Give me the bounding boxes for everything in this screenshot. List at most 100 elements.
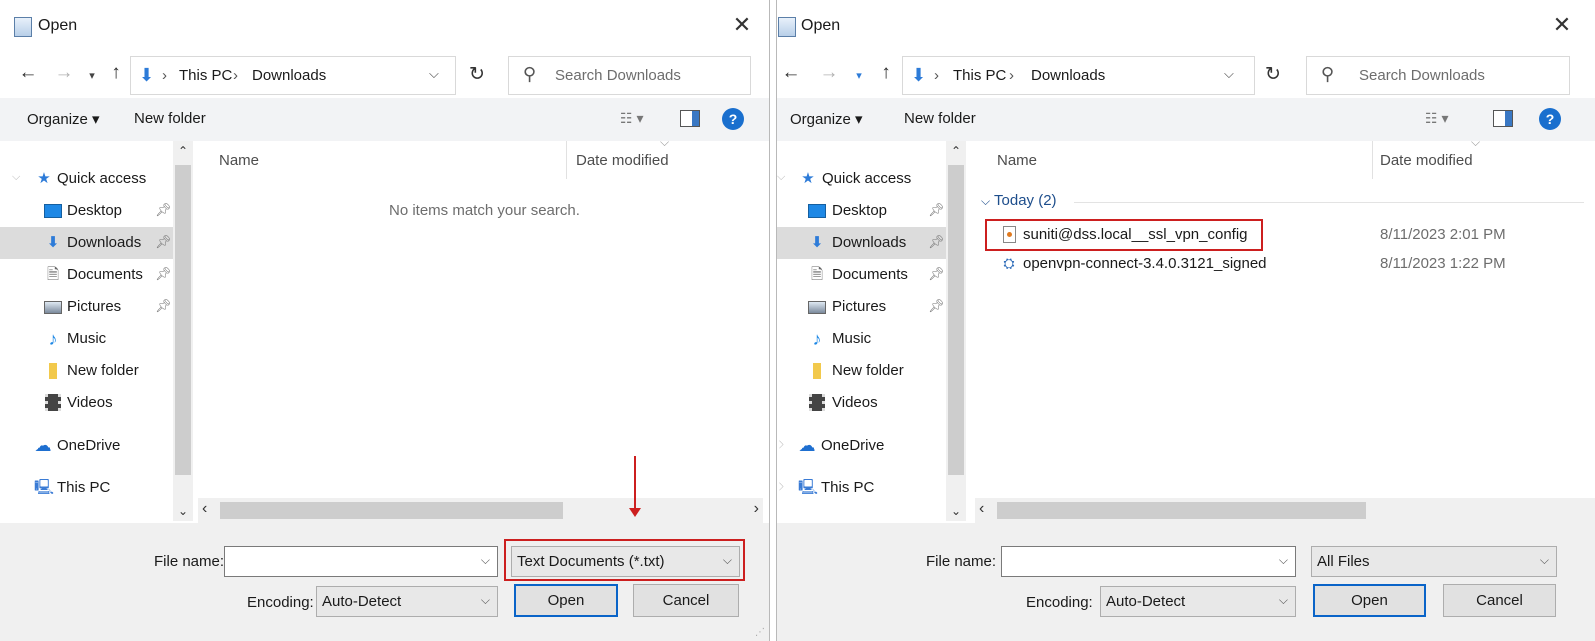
breadcrumb-downloads[interactable]: Downloads <box>1031 67 1105 84</box>
sidebar-item-downloads[interactable]: ⬇ Downloads 📌︎ <box>0 227 173 259</box>
sidebar-item-downloads[interactable]: ⬇ Downloads 📌︎ <box>777 227 946 259</box>
file-name-input[interactable]: ⌵ <box>224 546 498 577</box>
scroll-down-icon[interactable]: ⌄ <box>946 504 966 518</box>
encoding-select[interactable]: Auto-Detect ⌵ <box>1100 586 1296 617</box>
column-header-date-modified[interactable]: Date modified <box>1380 152 1473 169</box>
close-icon[interactable]: ✕ <box>729 12 755 38</box>
sidebar-item-quick-access[interactable]: ⌵ ★ Quick access <box>0 163 173 195</box>
chevron-down-icon[interactable]: ⌵ <box>1540 553 1549 568</box>
refresh-icon[interactable]: ↻ <box>457 56 497 95</box>
preview-pane-icon[interactable] <box>1493 110 1513 127</box>
sidebar-item-desktop[interactable]: Desktop 📌︎ <box>777 195 946 227</box>
sidebar-item-documents[interactable]: 🗎 Documents 📌︎ <box>0 259 173 291</box>
close-icon[interactable]: ✕ <box>1549 12 1575 38</box>
chevron-down-icon[interactable]: ⌵ <box>981 194 990 208</box>
scroll-left-icon[interactable]: ‹ <box>979 500 984 518</box>
new-folder-button[interactable]: New folder <box>134 110 206 127</box>
sidebar-item-music[interactable]: ♪ Music <box>777 323 946 355</box>
chevron-down-icon[interactable]: ⌵ <box>1279 553 1288 568</box>
view-options-icon[interactable]: ☷ ▾ <box>620 110 643 127</box>
organize-button[interactable]: Organize ▾ <box>790 110 863 128</box>
scroll-left-icon[interactable]: ‹ <box>202 500 207 518</box>
column-header-date-modified[interactable]: Date modified <box>576 152 669 169</box>
expand-chevron-icon[interactable]: ⌵ <box>12 171 20 184</box>
sidebar-item-this-pc[interactable]: 🖳︎ This PC <box>0 472 173 504</box>
column-divider[interactable] <box>566 141 567 179</box>
sidebar-item-pictures[interactable]: Pictures 📌︎ <box>777 291 946 323</box>
address-dropdown-icon[interactable]: ⌵ <box>1224 66 1234 82</box>
sidebar-item-quick-access[interactable]: ⌵ ★ Quick access <box>777 163 946 195</box>
view-options-icon[interactable]: ☷ ▾ <box>1425 110 1448 127</box>
sidebar-scrollbar[interactable]: ⌃ ⌄ <box>173 141 193 521</box>
help-icon[interactable]: ? <box>1539 108 1561 130</box>
sidebar-scrollbar[interactable]: ⌃ ⌄ <box>946 141 966 521</box>
scrollbar-thumb[interactable] <box>175 165 191 475</box>
search-box[interactable]: ⚲ Search Downloads <box>508 56 751 95</box>
address-dropdown-icon[interactable]: ⌵ <box>429 66 439 82</box>
sidebar-item-pictures[interactable]: Pictures 📌︎ <box>0 291 173 323</box>
scrollbar-thumb[interactable] <box>997 502 1366 519</box>
address-bar[interactable]: ⬇ › This PC › Downloads ⌵ <box>902 56 1255 95</box>
cancel-button[interactable]: Cancel <box>633 584 739 617</box>
sidebar-item-new-folder[interactable]: New folder <box>0 355 173 387</box>
back-arrow-icon[interactable]: ← <box>16 62 40 84</box>
cloud-icon: ☁ <box>798 436 816 455</box>
sidebar-item-label: New folder <box>67 362 139 379</box>
sidebar-item-videos[interactable]: Videos <box>0 387 173 419</box>
sort-chevron-icon: ⌵ <box>1471 135 1481 149</box>
file-name-input[interactable]: ⌵ <box>1001 546 1296 577</box>
horizontal-scrollbar[interactable]: ‹ › <box>975 498 1595 523</box>
file-list: Name ⌵ Date modified No items match your… <box>194 135 769 498</box>
scrollbar-thumb[interactable] <box>220 502 563 519</box>
cancel-button[interactable]: Cancel <box>1443 584 1556 617</box>
search-box[interactable]: ⚲ Search Downloads <box>1306 56 1570 95</box>
preview-pane-icon[interactable] <box>680 110 700 127</box>
column-header-name[interactable]: Name <box>219 152 259 169</box>
new-folder-button[interactable]: New folder <box>904 110 976 127</box>
column-divider[interactable] <box>1372 141 1373 179</box>
horizontal-scrollbar[interactable]: ‹ › <box>198 498 763 523</box>
breadcrumb-downloads[interactable]: Downloads <box>252 67 326 84</box>
scroll-up-icon[interactable]: ⌃ <box>173 144 193 158</box>
scrollbar-thumb[interactable] <box>948 165 964 475</box>
back-arrow-icon[interactable]: ← <box>779 62 803 84</box>
expand-chevron-icon[interactable]: ⌵ <box>777 440 788 448</box>
file-type-select[interactable]: All Files ⌵ <box>1311 546 1557 577</box>
breadcrumb-this-pc[interactable]: This PC <box>179 67 232 84</box>
resize-grip-icon[interactable]: ⋰ <box>755 627 765 638</box>
help-icon[interactable]: ? <box>722 108 744 130</box>
sidebar-item-documents[interactable]: 🗎 Documents 📌︎ <box>777 259 946 291</box>
sidebar-item-onedrive[interactable]: ☁ OneDrive <box>0 430 173 462</box>
file-row-openvpn-installer[interactable]: ⛭ openvpn-connect-3.4.0.3121_signed 8/11… <box>997 250 1587 278</box>
scroll-down-icon[interactable]: ⌄ <box>173 504 193 518</box>
videos-icon <box>45 394 61 411</box>
refresh-icon[interactable]: ↻ <box>1253 56 1293 95</box>
scroll-up-icon[interactable]: ⌃ <box>946 144 966 158</box>
open-button[interactable]: Open <box>1313 584 1426 617</box>
chevron-down-icon[interactable]: ⌵ <box>1279 593 1288 608</box>
sidebar-item-this-pc[interactable]: ⌵ 🖳︎ This PC <box>777 472 946 504</box>
sidebar-item-new-folder[interactable]: New folder <box>777 355 946 387</box>
sidebar-item-videos[interactable]: Videos <box>777 387 946 419</box>
up-arrow-icon[interactable]: ↑ <box>874 62 898 84</box>
organize-button[interactable]: Organize ▾ <box>27 110 100 128</box>
forward-arrow-icon[interactable]: → <box>52 62 76 84</box>
chevron-down-icon[interactable]: ⌵ <box>481 593 490 608</box>
forward-arrow-icon[interactable]: → <box>817 62 841 84</box>
recent-locations-chevron-icon[interactable]: ▾ <box>80 69 104 82</box>
sidebar-item-onedrive[interactable]: ⌵ ☁ OneDrive <box>777 430 946 462</box>
recent-locations-chevron-icon[interactable]: ▾ <box>847 69 871 82</box>
expand-chevron-icon[interactable]: ⌵ <box>777 171 785 184</box>
sidebar-item-music[interactable]: ♪ Music <box>0 323 173 355</box>
scroll-right-icon[interactable]: › <box>754 500 759 518</box>
breadcrumb-this-pc[interactable]: This PC <box>953 67 1006 84</box>
chevron-down-icon[interactable]: ⌵ <box>481 553 490 568</box>
column-header-name[interactable]: Name <box>997 152 1037 169</box>
sidebar-item-desktop[interactable]: Desktop 📌︎ <box>0 195 173 227</box>
up-arrow-icon[interactable]: ↑ <box>104 62 128 84</box>
address-bar[interactable]: ⬇ › This PC › Downloads ⌵ <box>130 56 456 95</box>
open-button[interactable]: Open <box>514 584 618 617</box>
encoding-select[interactable]: Auto-Detect ⌵ <box>316 586 498 617</box>
group-header-today[interactable]: ⌵ Today (2) <box>981 192 1057 209</box>
expand-chevron-icon[interactable]: ⌵ <box>777 482 788 490</box>
